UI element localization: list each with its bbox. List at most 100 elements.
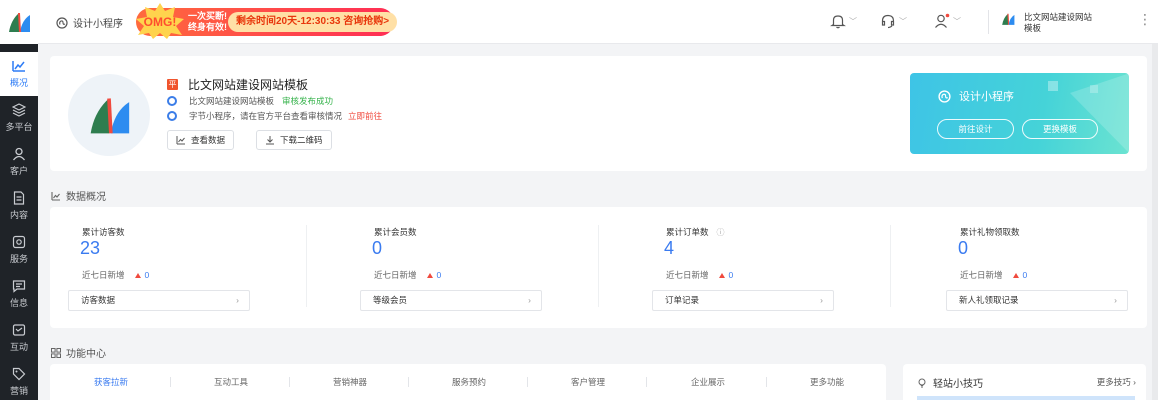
tab-marketing-tools[interactable]: 营销神器 (333, 376, 367, 388)
chevron-right-icon: › (1114, 295, 1117, 305)
stat-orders: 累计订单数 ⓘ 4 近七日新增 0 订单记录 › (634, 207, 908, 328)
tab-service-booking[interactable]: 服务预约 (452, 376, 486, 388)
more-tips-link[interactable]: 更多技巧 › (1097, 376, 1136, 388)
week-label: 近七日新增 (374, 270, 417, 280)
info-icon[interactable]: ⓘ (717, 228, 725, 237)
top-bar: 设计小程序 OMG! 一次买断! 终身有效! 剩余时间20天-12:30:33 … (38, 0, 1158, 44)
function-center-title: 功能中心 (51, 345, 106, 360)
stat-members: 累计会员数 0 近七日新增 0 等级会员 › (342, 207, 616, 328)
bytedance-status-line: 字节小程序，请在官方平台查看审核情况 立即前往 (167, 110, 382, 122)
tab-divider (527, 377, 528, 387)
view-data-label: 查看数据 (191, 135, 226, 145)
sidebar-item-service[interactable]: 服务 (0, 228, 38, 272)
up-arrow-icon (134, 272, 141, 278)
change-template-button[interactable]: 更换模板 (1022, 119, 1098, 139)
sidebar-item-multiplatform[interactable]: 多平台 (0, 96, 38, 140)
sidebar-item-overview[interactable]: 概况 (0, 52, 38, 96)
tab-divider (170, 377, 171, 387)
sidebar-item-label: 互动 (9, 342, 28, 352)
stat-week: 近七日新增 0 (374, 269, 441, 281)
page-scrollbar[interactable] (1152, 44, 1158, 400)
promo-line1: 一次买断! (188, 11, 227, 21)
site-logo (68, 74, 150, 156)
member-level-button[interactable]: 等级会员 › (360, 290, 542, 311)
promo-banner[interactable]: OMG! 一次买断! 终身有效! 剩余时间20天-12:30:33 咨询抢购> (136, 3, 398, 39)
stat-gifts: 累计礼物领取数 0 近七日新增 0 新人礼领取记录 › (928, 207, 1158, 328)
download-qr-label: 下载二维码 (280, 135, 323, 145)
function-center-card: 获客拉新 互动工具 营销神器 服务预约 客户管理 企业展示 更多功能 (50, 364, 886, 400)
stat-value: 0 (372, 238, 383, 258)
download-icon (266, 136, 274, 145)
app-logo[interactable] (0, 0, 38, 44)
tab-more-functions[interactable]: 更多功能 (810, 376, 844, 388)
design-mini-program-card: 设计小程序 前往设计 更换模板 (910, 73, 1129, 154)
stat-label: 累计访客数 (82, 227, 125, 237)
promo-countdown[interactable]: 剩余时间20天-12:30:33 咨询抢购> (228, 12, 398, 32)
site-title-text: 比文网站建设网站模板 (188, 78, 309, 92)
tips-banner[interactable] (917, 396, 1135, 400)
week-value: 0 (728, 270, 734, 280)
user-icon (935, 13, 950, 28)
tab-customer-management[interactable]: 客户管理 (571, 376, 605, 388)
week-value: 0 (436, 270, 442, 280)
sail-logo-icon (9, 12, 30, 33)
platform-tag-icon: 平 (167, 79, 178, 90)
site-title: 平 比文网站建设网站模板 (167, 76, 308, 93)
sidebar-item-label: 营销 (9, 386, 28, 396)
design-mini-program-link[interactable]: 设计小程序 (56, 15, 123, 30)
tab-interactive-tools[interactable]: 互动工具 (214, 376, 248, 388)
stat-value: 0 (958, 238, 969, 258)
account-button[interactable]: ﹀ (934, 13, 961, 29)
promo-line2: 终身有效! (188, 22, 227, 32)
stat-button-label: 新人礼领取记录 (959, 295, 1019, 305)
sidebar-item-label: 内容 (9, 210, 28, 220)
order-records-button[interactable]: 订单记录 › (652, 290, 834, 311)
sidebar-item-label: 客户 (9, 166, 28, 176)
stat-week: 近七日新增 0 (82, 269, 149, 281)
visitor-data-button[interactable]: 访客数据 › (68, 290, 250, 311)
download-qr-button[interactable]: 下载二维码 (256, 130, 332, 150)
site-line1-text: 比文网站建设网站模板 (189, 96, 275, 106)
notification-button[interactable]: ﹀ (830, 13, 857, 29)
chevron-right-icon: › (1133, 377, 1136, 387)
stat-value: 23 (80, 238, 101, 258)
stat-button-label: 等级会员 (373, 295, 408, 305)
week-label: 近七日新增 (82, 270, 125, 280)
more-menu-button[interactable]: ⋮ (1138, 11, 1152, 28)
tab-customer-acquisition[interactable]: 获客拉新 (94, 376, 128, 388)
support-button[interactable]: ﹀ (880, 13, 907, 29)
up-arrow-icon (1012, 272, 1019, 278)
data-overview-card: 累计访客数 23 近七日新增 0 访客数据 › 累计会员数 0 近七日新增 0 等级会… (50, 207, 1147, 328)
mini-program-card-title-text: 设计小程序 (959, 91, 1014, 103)
go-design-button[interactable]: 前往设计 (937, 119, 1014, 139)
sidebar-item-content[interactable]: 内容 (0, 184, 38, 228)
interact-icon (12, 324, 26, 336)
stat-label-text: 累计订单数 (666, 227, 709, 237)
status-circle-icon (167, 111, 177, 121)
stat-value: 4 (664, 238, 675, 258)
sidebar-item-interact[interactable]: 互动 (0, 316, 38, 360)
site-switcher[interactable]: 比文网站建设网站模板 (1000, 12, 1096, 34)
lightbulb-icon (918, 378, 926, 387)
stat-visitors: 累计访客数 23 近七日新增 0 访客数据 › (50, 207, 324, 328)
sidebar-item-customer[interactable]: 客户 (0, 140, 38, 184)
mini-program-icon (56, 16, 68, 29)
tab-company-showcase[interactable]: 企业展示 (691, 376, 725, 388)
tips-title-text: 轻站小技巧 (933, 379, 983, 390)
sail-logo-icon (90, 98, 130, 134)
headset-icon (881, 14, 895, 29)
gift-records-button[interactable]: 新人礼领取记录 › (946, 290, 1128, 311)
stat-divider (890, 225, 891, 307)
sidebar-item-marketing[interactable]: 营销 (0, 360, 38, 400)
grid-icon (51, 347, 61, 358)
mini-program-card-title: 设计小程序 (938, 88, 1014, 104)
more-tips-label: 更多技巧 (1096, 377, 1131, 387)
view-data-button[interactable]: 查看数据 (167, 130, 235, 150)
site-line2-text: 字节小程序，请在官方平台查看审核情况 (189, 111, 343, 121)
tab-divider (646, 377, 647, 387)
document-icon (13, 191, 25, 205)
omg-burst-icon: OMG! (136, 3, 184, 39)
go-now-link[interactable]: 立即前往 (348, 110, 382, 122)
sidebar-item-info[interactable]: 信息 (0, 272, 38, 316)
data-overview-title: 数据概况 (51, 188, 106, 203)
